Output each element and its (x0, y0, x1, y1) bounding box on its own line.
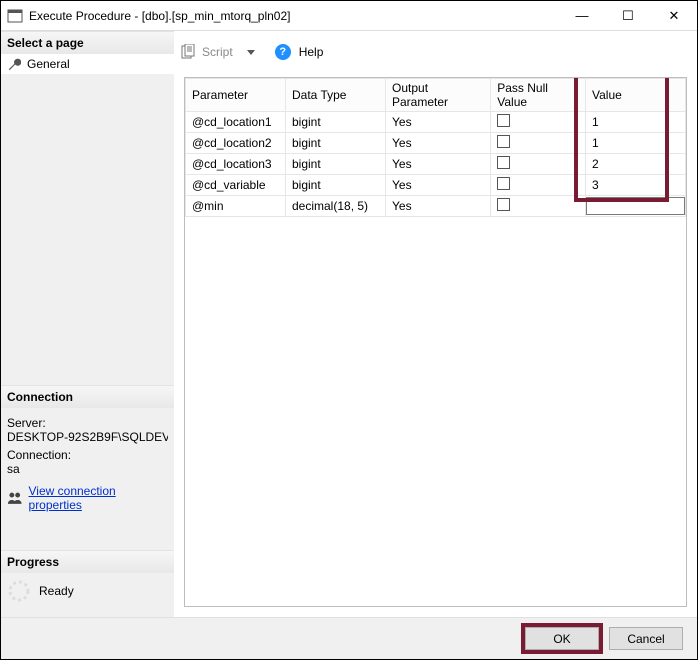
col-parameter[interactable]: Parameter (186, 79, 286, 112)
cell-datatype: bigint (286, 175, 386, 196)
connection-header: Connection (1, 385, 174, 408)
cell-output: Yes (386, 175, 491, 196)
sidebar-item-label: General (27, 57, 70, 71)
progress-status: Ready (39, 584, 74, 598)
view-connection-row: View connection properties (1, 482, 174, 522)
cell-parameter: @cd_location1 (186, 112, 286, 133)
cell-value[interactable]: 1 (585, 133, 685, 154)
footer: OK Cancel (1, 617, 697, 659)
cell-value[interactable] (585, 196, 685, 217)
progress-panel: Ready (1, 573, 174, 617)
people-icon (7, 491, 23, 505)
cell-output: Yes (386, 154, 491, 175)
parameter-grid-wrap: Parameter Data Type Output Parameter Pas… (184, 77, 687, 607)
spinner-icon (7, 579, 31, 603)
ok-button-highlight: OK (525, 627, 599, 650)
cell-parameter: @cd_variable (186, 175, 286, 196)
sidebar-item-general[interactable]: General (1, 54, 174, 74)
table-row: @cd_location2bigintYes 1 (186, 133, 686, 154)
cell-datatype: bigint (286, 112, 386, 133)
cell-datatype: decimal(18, 5) (286, 196, 386, 217)
wrench-icon (7, 57, 21, 71)
progress-header: Progress (1, 550, 174, 573)
passnull-checkbox[interactable] (497, 156, 510, 169)
cell-parameter: @cd_location3 (186, 154, 286, 175)
table-row: @cd_location3bigintYes 2 (186, 154, 686, 175)
minimize-button[interactable]: — (559, 1, 605, 31)
body: Select a page General Connection Server:… (1, 31, 697, 617)
close-button[interactable]: ✕ (651, 1, 697, 31)
main-pane: Script ? Help Parameter Data Type Output… (174, 31, 697, 617)
maximize-button[interactable]: ☐ (605, 1, 651, 31)
passnull-checkbox[interactable] (497, 114, 510, 127)
titlebar: Execute Procedure - [dbo].[sp_min_mtorq_… (1, 1, 697, 31)
connection-panel: Server: DESKTOP-92S2B9F\SQLDEVELO Connec… (1, 408, 174, 482)
parameter-grid: Parameter Data Type Output Parameter Pas… (185, 78, 686, 217)
cell-passnull (491, 196, 586, 217)
cancel-button[interactable]: Cancel (609, 627, 683, 650)
view-connection-link[interactable]: View connection properties (29, 484, 168, 512)
help-icon: ? (275, 44, 291, 60)
cell-passnull (491, 112, 586, 133)
value-input[interactable] (586, 197, 685, 215)
col-output[interactable]: Output Parameter (386, 79, 491, 112)
cell-datatype: bigint (286, 133, 386, 154)
table-row: @cd_location1bigintYes 1 (186, 112, 686, 133)
cell-passnull (491, 175, 586, 196)
cell-passnull (491, 133, 586, 154)
col-passnull[interactable]: Pass Null Value (491, 79, 586, 112)
script-icon (180, 44, 196, 60)
table-row: @mindecimal(18, 5)Yes (186, 196, 686, 217)
col-value[interactable]: Value (585, 79, 685, 112)
cell-value[interactable]: 3 (585, 175, 685, 196)
server-label: Server: (7, 416, 168, 430)
table-row: @cd_variablebigintYes 3 (186, 175, 686, 196)
cell-value[interactable]: 1 (585, 112, 685, 133)
window-icon (7, 8, 23, 24)
ok-button[interactable]: OK (525, 627, 599, 650)
help-button[interactable]: Help (299, 45, 324, 59)
cell-datatype: bigint (286, 154, 386, 175)
script-button[interactable]: Script (202, 45, 233, 59)
passnull-checkbox[interactable] (497, 135, 510, 148)
col-datatype[interactable]: Data Type (286, 79, 386, 112)
cell-output: Yes (386, 196, 491, 217)
cell-passnull (491, 154, 586, 175)
cell-parameter: @cd_location2 (186, 133, 286, 154)
window-title: Execute Procedure - [dbo].[sp_min_mtorq_… (29, 9, 559, 23)
toolbar: Script ? Help (174, 37, 697, 67)
passnull-checkbox[interactable] (497, 177, 510, 190)
server-value: DESKTOP-92S2B9F\SQLDEVELO (7, 430, 168, 444)
select-page-header: Select a page (1, 31, 174, 54)
script-dropdown-icon[interactable] (247, 50, 255, 55)
connection-label: Connection: (7, 448, 168, 462)
sidebar: Select a page General Connection Server:… (1, 31, 174, 617)
cell-output: Yes (386, 112, 491, 133)
connection-value: sa (7, 462, 168, 476)
cell-output: Yes (386, 133, 491, 154)
cell-value[interactable]: 2 (585, 154, 685, 175)
passnull-checkbox[interactable] (497, 198, 510, 211)
cell-parameter: @min (186, 196, 286, 217)
